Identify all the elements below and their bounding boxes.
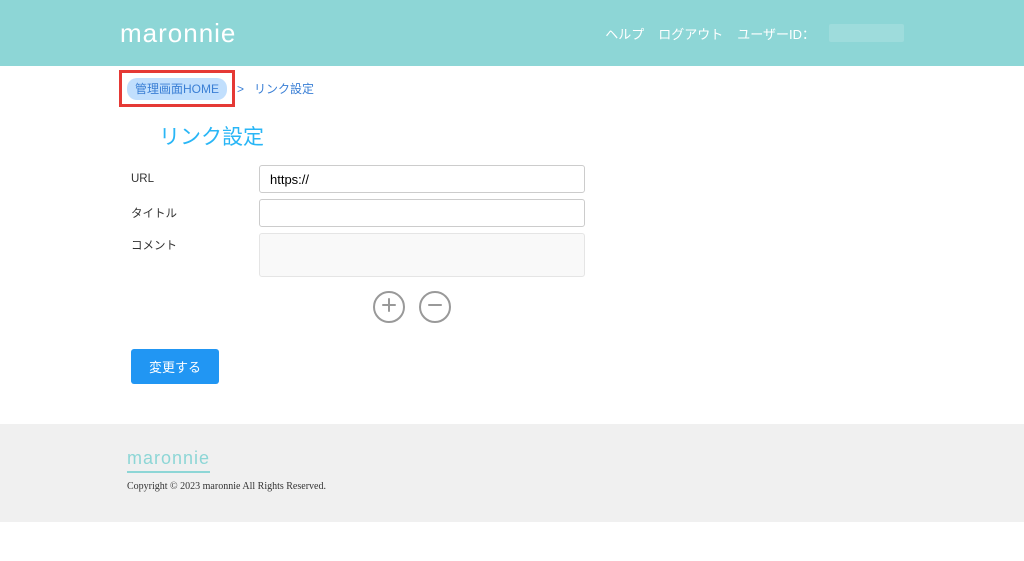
footer-copyright: Copyright © 2023 maronnie All Rights Res…	[127, 481, 897, 492]
header: maronnie ヘルプ ログアウト ユーザーID：	[0, 0, 1024, 66]
help-link[interactable]: ヘルプ	[605, 24, 644, 43]
page-title: リンク設定	[127, 107, 897, 165]
title-input[interactable]	[259, 199, 585, 227]
breadcrumb-home-link[interactable]: 管理画面HOME	[127, 78, 227, 100]
title-label: タイトル	[127, 205, 259, 221]
logo: maronnie	[120, 18, 236, 49]
comment-label: コメント	[127, 233, 259, 253]
plus-icon	[381, 297, 397, 318]
footer: maronnie Copyright © 2023 maronnie All R…	[0, 424, 1024, 522]
breadcrumb-separator: >	[237, 82, 244, 96]
url-label: URL	[127, 173, 259, 185]
url-input[interactable]	[259, 165, 585, 193]
user-id-label: ユーザーID：	[737, 24, 815, 43]
user-id-value	[829, 24, 904, 42]
comment-row: コメント	[127, 233, 897, 277]
breadcrumb-current: リンク設定	[254, 80, 314, 97]
comment-input[interactable]	[259, 233, 585, 277]
submit-button[interactable]: 変更する	[131, 349, 219, 384]
main: 管理画面HOME > リンク設定 リンク設定 URL タイトル コメント 変更す…	[127, 66, 897, 384]
title-row: タイトル	[127, 199, 897, 227]
minus-icon	[427, 297, 443, 318]
add-button[interactable]	[373, 291, 405, 323]
add-remove-row	[127, 291, 897, 323]
breadcrumb: 管理画面HOME > リンク設定	[127, 66, 897, 107]
remove-button[interactable]	[419, 291, 451, 323]
header-right: ヘルプ ログアウト ユーザーID：	[605, 24, 904, 43]
footer-logo: maronnie	[127, 448, 210, 473]
url-row: URL	[127, 165, 897, 193]
logout-link[interactable]: ログアウト	[658, 24, 723, 43]
